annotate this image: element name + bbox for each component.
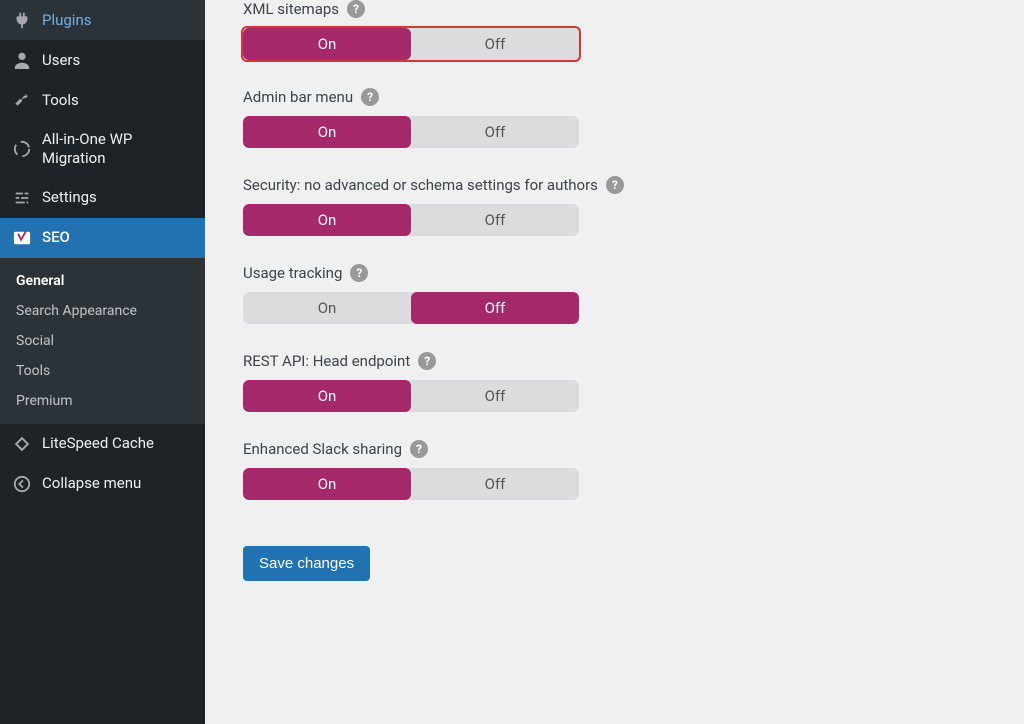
toggle-off-option[interactable]: Off [411, 28, 579, 60]
save-changes-button[interactable]: Save changes [243, 546, 370, 581]
setting-xml-sitemaps: XML sitemaps On Off [243, 0, 1024, 60]
setting-label-text: Usage tracking [243, 264, 342, 282]
setting-rest-api-head: REST API: Head endpoint On Off [243, 352, 1024, 412]
toggle-on-option[interactable]: On [243, 468, 411, 500]
sliders-icon [12, 188, 32, 208]
toggle-off-option[interactable]: Off [411, 380, 579, 412]
wrench-icon [12, 90, 32, 110]
setting-security-authors: Security: no advanced or schema settings… [243, 176, 1024, 236]
toggle-rest-api-head: On Off [243, 380, 579, 412]
sidebar-item-settings[interactable]: Settings [0, 178, 205, 218]
sidebar-item-label: Users [42, 51, 80, 70]
sidebar-item-plugins[interactable]: Plugins [0, 0, 205, 40]
setting-label-text: Security: no advanced or schema settings… [243, 176, 598, 194]
toggle-on-option[interactable]: On [243, 292, 411, 324]
sidebar-item-tools[interactable]: Tools [0, 80, 205, 120]
help-icon[interactable] [347, 0, 365, 18]
setting-label-text: XML sitemaps [243, 0, 339, 18]
submenu-item-social[interactable]: Social [0, 326, 205, 356]
help-icon[interactable] [350, 264, 368, 282]
admin-sidebar: Plugins Users Tools All-in-One WP Migrat… [0, 0, 205, 724]
setting-slack-sharing: Enhanced Slack sharing On Off [243, 440, 1024, 500]
toggle-usage-tracking: On Off [243, 292, 579, 324]
toggle-off-option[interactable]: Off [411, 116, 579, 148]
submenu-item-general[interactable]: General [0, 266, 205, 296]
yoast-icon [12, 228, 32, 248]
setting-label-text: Enhanced Slack sharing [243, 440, 402, 458]
sidebar-item-label: Collapse menu [42, 474, 141, 493]
setting-admin-bar-menu: Admin bar menu On Off [243, 88, 1024, 148]
seo-submenu: General Search Appearance Social Tools P… [0, 258, 205, 424]
submenu-item-search-appearance[interactable]: Search Appearance [0, 296, 205, 326]
settings-panel: XML sitemaps On Off Admin bar menu On Of… [205, 0, 1024, 724]
help-icon[interactable] [361, 88, 379, 106]
toggle-on-option[interactable]: On [243, 28, 411, 60]
setting-label-text: Admin bar menu [243, 88, 353, 106]
toggle-on-option[interactable]: On [243, 116, 411, 148]
collapse-menu-button[interactable]: Collapse menu [0, 464, 205, 504]
submenu-item-tools[interactable]: Tools [0, 356, 205, 386]
sidebar-item-label: Tools [42, 91, 79, 110]
diamond-icon [12, 434, 32, 454]
toggle-security-authors: On Off [243, 204, 579, 236]
toggle-off-option[interactable]: Off [411, 292, 579, 324]
toggle-on-option[interactable]: On [243, 380, 411, 412]
spinner-icon [12, 139, 32, 159]
submenu-item-premium[interactable]: Premium [0, 386, 205, 416]
sidebar-item-wp-migration[interactable]: All-in-One WP Migration [0, 120, 205, 178]
plug-icon [12, 10, 32, 30]
setting-usage-tracking: Usage tracking On Off [243, 264, 1024, 324]
user-icon [12, 50, 32, 70]
sidebar-item-label: Plugins [42, 11, 91, 30]
help-icon[interactable] [418, 352, 436, 370]
toggle-off-option[interactable]: Off [411, 468, 579, 500]
help-icon[interactable] [410, 440, 428, 458]
help-icon[interactable] [606, 176, 624, 194]
toggle-on-option[interactable]: On [243, 204, 411, 236]
sidebar-item-label: All-in-One WP Migration [42, 130, 193, 168]
setting-label-text: REST API: Head endpoint [243, 352, 410, 370]
sidebar-item-label: SEO [42, 228, 70, 247]
sidebar-item-label: Settings [42, 188, 97, 207]
sidebar-item-litespeed[interactable]: LiteSpeed Cache [0, 424, 205, 464]
collapse-icon [12, 474, 32, 494]
sidebar-item-label: LiteSpeed Cache [42, 434, 154, 453]
toggle-admin-bar-menu: On Off [243, 116, 579, 148]
toggle-off-option[interactable]: Off [411, 204, 579, 236]
sidebar-item-users[interactable]: Users [0, 40, 205, 80]
sidebar-item-seo[interactable]: SEO [0, 218, 205, 258]
toggle-xml-sitemaps: On Off [243, 28, 579, 60]
toggle-slack-sharing: On Off [243, 468, 579, 500]
